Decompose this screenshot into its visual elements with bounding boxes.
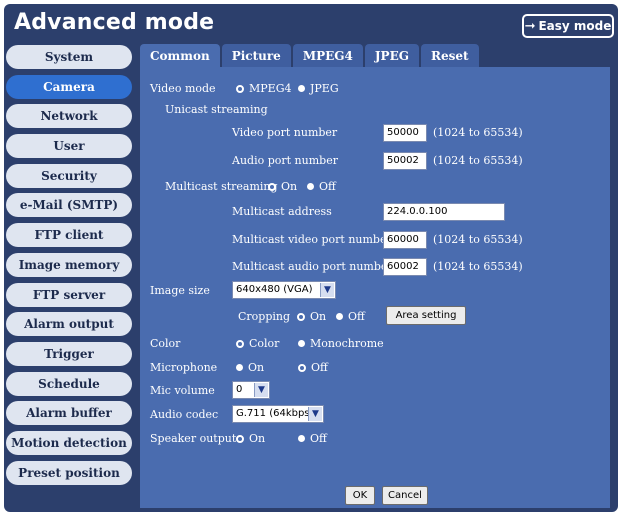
image-size-select[interactable]: 640x480 (VGA) ▼ [232,281,336,299]
radio-unselected-icon [336,313,343,320]
ok-button[interactable]: OK [345,486,375,505]
tab-mpeg4[interactable]: MPEG4 [292,44,363,67]
multicast-video-port-field[interactable]: 60000 [383,231,427,249]
sidebar-item-ftp-server[interactable]: FTP server [6,282,132,307]
multicast-address-label: Multicast address [232,205,332,218]
chevron-down-icon: ▼ [308,407,322,421]
multicast-on-radio[interactable]: On [268,180,297,193]
video-port-range: (1024 to 65534) [433,126,523,139]
video-mode-jpeg-radio[interactable]: JPEG [298,82,339,95]
image-size-value: 640x480 (VGA) [236,284,313,295]
mic-volume-value: 0 [236,384,243,395]
video-port-field[interactable]: 50000 [383,124,427,142]
multicast-audio-port-field[interactable]: 60002 [383,258,427,276]
speaker-off-radio[interactable]: Off [298,432,327,445]
speaker-output-label: Speaker output [150,432,237,445]
tab-jpeg[interactable]: JPEG [364,44,419,67]
audio-codec-select[interactable]: G.711 (64kbps) ▼ [232,405,324,423]
color-monochrome-radio[interactable]: Monochrome [298,337,384,350]
area-setting-button[interactable]: Area setting [386,306,466,325]
arrow-right-icon: ➞ [524,18,536,34]
chevron-down-icon: ▼ [254,383,268,397]
speaker-off-label: Off [310,432,327,445]
image-size-label: Image size [150,284,210,297]
multicast-audio-port-label: Multicast audio port number [232,260,393,273]
tab-common[interactable]: Common [140,44,220,67]
radio-selected-icon [298,363,306,372]
microphone-on-label: On [248,361,265,374]
sidebar-item-preset-position[interactable]: Preset position [6,460,132,485]
sidebar-item-email-smtp[interactable]: e-Mail (SMTP) [6,193,132,218]
multicast-audio-port-range: (1024 to 65534) [433,260,523,273]
cropping-on-radio[interactable]: On [297,310,326,323]
radio-unselected-icon [298,435,305,442]
microphone-label: Microphone [150,361,218,374]
video-mode-jpeg-label: JPEG [310,82,339,95]
radio-selected-icon [236,84,244,93]
sidebar-item-trigger[interactable]: Trigger [6,341,132,366]
sidebar-item-image-memory[interactable]: Image memory [6,252,132,277]
radio-selected-icon [236,434,244,443]
radio-selected-icon [268,182,276,191]
multicast-off-radio[interactable]: Off [307,180,336,193]
multicast-off-label: Off [319,180,336,193]
tab-reset[interactable]: Reset [420,44,479,67]
tab-picture[interactable]: Picture [221,44,291,67]
sidebar-item-security[interactable]: Security [6,163,132,188]
radio-unselected-icon [307,183,314,190]
microphone-on-radio[interactable]: On [236,361,264,374]
sidebar-item-motion-detection[interactable]: Motion detection [6,430,132,455]
microphone-off-label: Off [311,361,328,374]
radio-unselected-icon [298,85,305,92]
sidebar: System Camera Network User Security e-Ma… [6,45,132,490]
cropping-on-label: On [310,310,327,323]
video-mode-mpeg4-radio[interactable]: MPEG4 [236,82,291,95]
multicast-video-port-range: (1024 to 65534) [433,233,523,246]
multicast-video-port-label: Multicast video port number [232,233,392,246]
cropping-off-radio[interactable]: Off [336,310,365,323]
color-color-label: Color [249,337,280,350]
audio-port-field[interactable]: 50002 [383,152,427,170]
radio-unselected-icon [236,364,243,371]
easy-mode-button[interactable]: ➞ Easy mode [522,14,614,38]
unicast-streaming-label: Unicast streaming [165,103,268,116]
radio-selected-icon [236,339,244,348]
sidebar-item-user[interactable]: User [6,134,132,159]
speaker-on-label: On [249,432,266,445]
sidebar-item-system[interactable]: System [6,45,132,69]
cropping-off-label: Off [348,310,365,323]
sidebar-item-schedule[interactable]: Schedule [6,371,132,396]
video-mode-mpeg4-label: MPEG4 [249,82,292,95]
color-color-radio[interactable]: Color [236,337,279,350]
color-label: Color [150,337,181,350]
sidebar-item-alarm-output[interactable]: Alarm output [6,312,132,337]
mic-volume-select[interactable]: 0 ▼ [232,381,270,399]
easy-mode-label: Easy mode [538,19,612,33]
sidebar-item-alarm-buffer[interactable]: Alarm buffer [6,401,132,426]
cropping-label: Cropping [238,310,291,323]
multicast-address-field[interactable]: 224.0.0.100 [383,203,505,221]
radio-selected-icon [297,312,305,321]
color-monochrome-label: Monochrome [310,337,384,350]
multicast-streaming-label: Multicast streaming [165,180,278,193]
audio-port-range: (1024 to 65534) [433,154,523,167]
sidebar-item-ftp-client[interactable]: FTP client [6,223,132,248]
chevron-down-icon: ▼ [320,283,334,297]
page-title: Advanced mode [14,10,215,35]
multicast-on-label: On [281,180,298,193]
video-port-label: Video port number [232,126,338,139]
sidebar-item-camera[interactable]: Camera [6,74,132,99]
radio-unselected-icon [298,340,305,347]
speaker-on-radio[interactable]: On [236,432,265,445]
microphone-off-radio[interactable]: Off [298,361,328,374]
sidebar-item-network[interactable]: Network [6,104,132,129]
audio-port-label: Audio port number [232,154,338,167]
audio-codec-value: G.711 (64kbps) [236,408,314,419]
tab-bar: Common Picture MPEG4 JPEG Reset [140,44,481,67]
video-mode-label: Video mode [150,82,216,95]
page: Advanced mode ➞ Easy mode System Camera … [0,0,623,517]
cancel-button[interactable]: Cancel [382,486,428,505]
mic-volume-label: Mic volume [150,384,215,397]
audio-codec-label: Audio codec [150,408,219,421]
